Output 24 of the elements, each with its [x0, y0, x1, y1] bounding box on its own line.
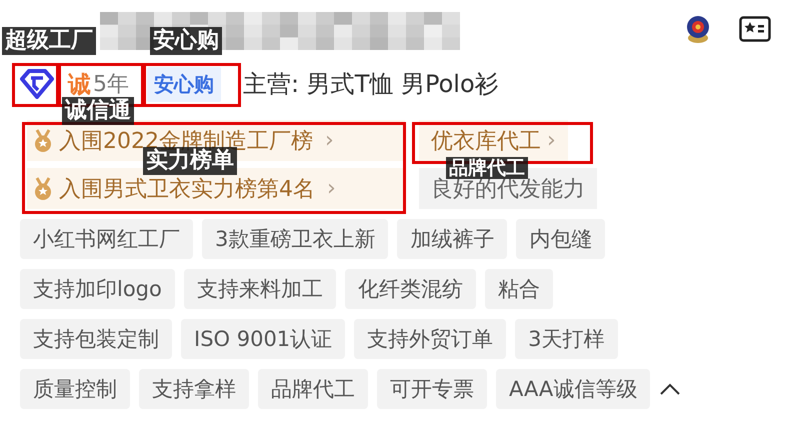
tag: 支持包装定制	[20, 319, 172, 359]
tag: 可开专票	[377, 369, 487, 409]
tag: 内包缝	[516, 219, 606, 259]
tag: 品牌代工	[258, 369, 368, 409]
tag: 支持加印logo	[20, 269, 175, 309]
tag: AAA诚信等级	[496, 369, 650, 409]
tag: 支持外贸订单	[354, 319, 506, 359]
main-business: 主营: 男式T恤 男Polo衫	[243, 69, 499, 100]
annotation-label: 安心购	[150, 27, 222, 55]
assurance-badge: 安心购	[147, 66, 221, 102]
tag: 小红书网红工厂	[20, 219, 193, 259]
annotation-label: 超级工厂	[2, 27, 96, 55]
integrity-mark: 诚	[68, 70, 91, 98]
years-label: 5年	[93, 71, 129, 98]
tag: 质量控制	[20, 369, 130, 409]
tag: 3天打样	[515, 319, 618, 359]
tag: ISO 9001认证	[181, 319, 346, 359]
annotation-label: 诚信通	[62, 97, 134, 125]
tag: 粘合	[484, 269, 553, 309]
tag: 化纤类混纺	[344, 269, 476, 309]
tag: 支持来料加工	[184, 269, 336, 309]
tag: 支持拿样	[139, 369, 249, 409]
tag: 3款重磅卫衣上新	[202, 219, 388, 259]
tag: 加绒裤子	[397, 219, 508, 259]
